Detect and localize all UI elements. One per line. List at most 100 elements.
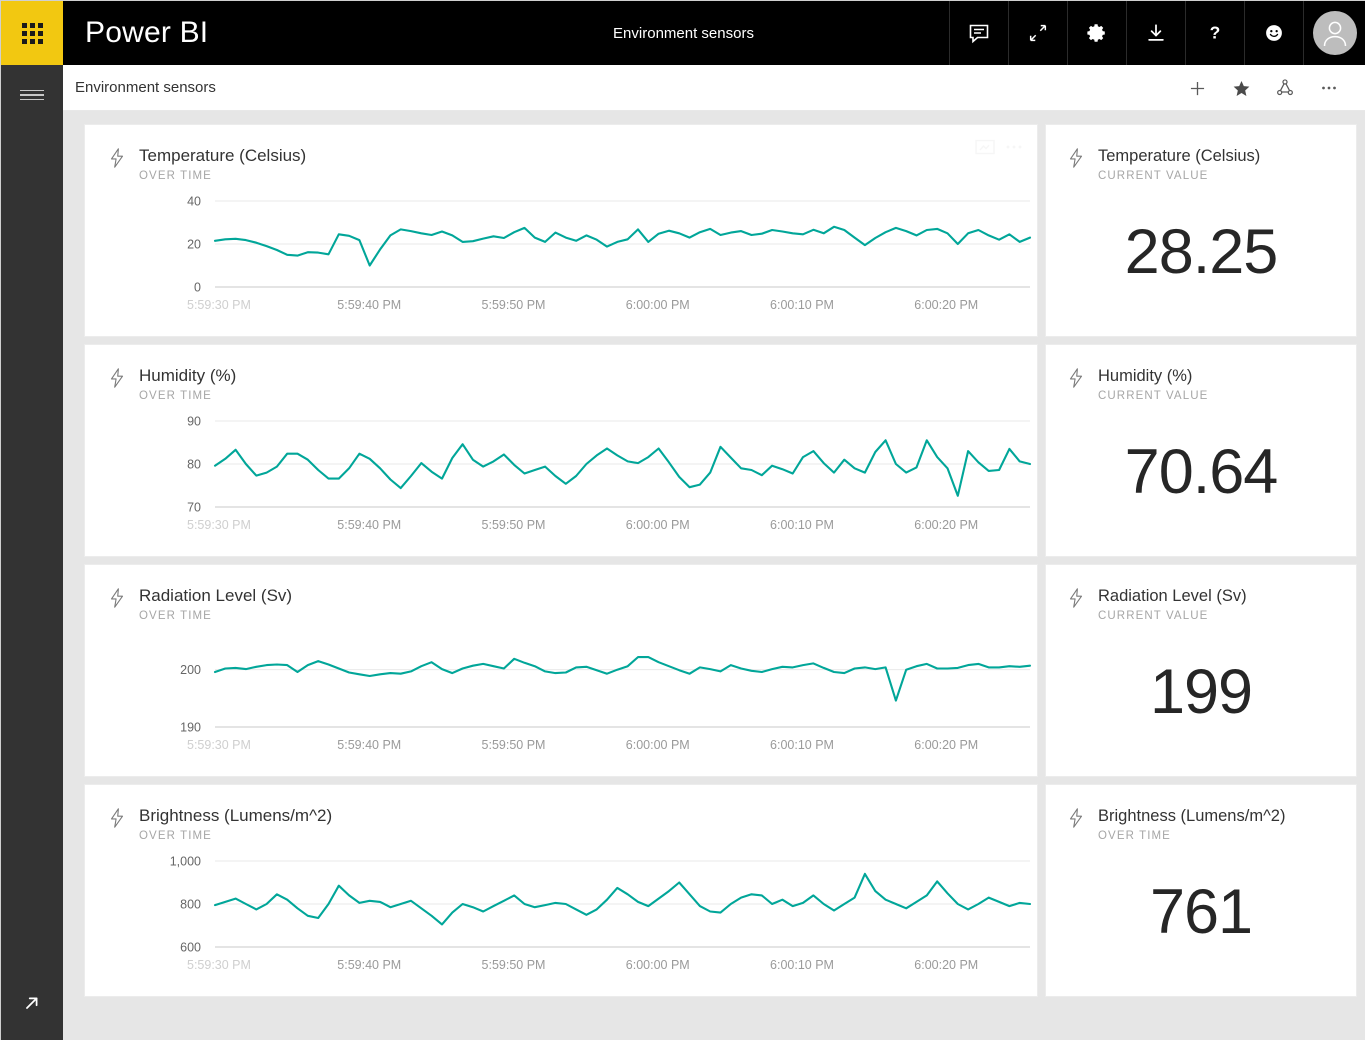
svg-text:6:00:20 PM: 6:00:20 PM bbox=[914, 298, 978, 312]
tile-title: Temperature (Celsius) bbox=[1098, 145, 1260, 167]
chart-plot-area: 7080905:59:30 PM5:59:40 PM5:59:50 PM6:00… bbox=[85, 411, 1037, 556]
tile-brightness-chart[interactable]: Brightness (Lumens/m^2) OVER TIME 600 800… bbox=[85, 785, 1037, 996]
lightning-bolt-icon bbox=[107, 805, 129, 834]
smiley-icon[interactable] bbox=[1244, 1, 1303, 65]
chart-plot-area: 0 20 40 5:59:30 PM 5:59:40 PM 5:59:50 PM 6:00:… bbox=[85, 191, 1037, 336]
svg-text:800: 800 bbox=[180, 898, 201, 912]
add-tile-button[interactable] bbox=[1175, 66, 1219, 110]
svg-text:6:00:20 PM: 6:00:20 PM bbox=[914, 738, 978, 752]
user-avatar-button[interactable] bbox=[1303, 1, 1365, 65]
hamburger-menu-icon[interactable] bbox=[1, 73, 63, 117]
kpi-value: 199 bbox=[1046, 661, 1356, 724]
svg-text:20: 20 bbox=[187, 238, 201, 252]
share-button[interactable] bbox=[1263, 66, 1307, 110]
temperature-line-chart: 0 20 40 5:59:30 PM 5:59:40 PM 5:59:50 PM 6:00:… bbox=[85, 191, 1037, 336]
lightning-bolt-icon bbox=[107, 585, 129, 614]
settings-gear-icon[interactable] bbox=[1067, 1, 1126, 65]
tile-subtitle: CURRENT VALUE bbox=[1098, 170, 1260, 182]
dashboard-title: Environment sensors bbox=[63, 79, 216, 96]
svg-text:70: 70 bbox=[187, 501, 201, 515]
help-icon[interactable]: ? bbox=[1185, 1, 1244, 65]
lightning-bolt-icon bbox=[1066, 145, 1088, 174]
svg-text:6:00:10 PM: 6:00:10 PM bbox=[770, 958, 834, 972]
svg-text:5:59:50 PM: 5:59:50 PM bbox=[482, 958, 546, 972]
tile-header: Brightness (Lumens/m^2) OVER TIME bbox=[85, 785, 1037, 842]
radiation-line-chart: 190 200 5:59:30 PM 5:59:40 PM 5:59:50 PM 6:00… bbox=[85, 631, 1037, 776]
tile-header: Radiation Level (Sv) OVER TIME bbox=[85, 565, 1037, 622]
svg-text:6:00:00 PM: 6:00:00 PM bbox=[626, 958, 690, 972]
app-launcher-button[interactable] bbox=[1, 1, 63, 65]
humidity-line-chart: 7080905:59:30 PM5:59:40 PM5:59:50 PM6:00… bbox=[85, 411, 1037, 556]
expand-arrow-icon[interactable] bbox=[1, 983, 63, 1023]
tile-subtitle: CURRENT VALUE bbox=[1098, 610, 1247, 622]
svg-text:40: 40 bbox=[187, 195, 201, 209]
tile-more-icon bbox=[1005, 139, 1023, 155]
feedback-icon[interactable] bbox=[949, 1, 1008, 65]
left-navigation-rail bbox=[1, 65, 63, 1040]
waffle-grid-icon bbox=[22, 23, 43, 44]
chart-plot-area: 190 200 5:59:30 PM 5:59:40 PM 5:59:50 PM 6:00… bbox=[85, 631, 1037, 776]
svg-text:5:59:30 PM: 5:59:30 PM bbox=[187, 738, 251, 752]
tile-subtitle: OVER TIME bbox=[1098, 830, 1285, 842]
top-navigation-bar: Power BI Environment sensors bbox=[1, 1, 1365, 65]
chart-plot-area: 6008001,0005:59:30 PM5:59:40 PM5:59:50 P… bbox=[85, 851, 1037, 996]
tile-title: Radiation Level (Sv) bbox=[139, 585, 292, 607]
tile-subtitle: OVER TIME bbox=[139, 610, 292, 622]
tile-header: Radiation Level (Sv) CURRENT VALUE bbox=[1046, 565, 1356, 622]
tile-radiation-kpi[interactable]: Radiation Level (Sv) CURRENT VALUE 199 bbox=[1046, 565, 1356, 776]
svg-text:6:00:10 PM: 6:00:10 PM bbox=[770, 298, 834, 312]
svg-text:200: 200 bbox=[180, 663, 201, 677]
lightning-bolt-icon bbox=[107, 365, 129, 394]
tile-header: Temperature (Celsius) CURRENT VALUE bbox=[1046, 125, 1356, 182]
tile-subtitle: CURRENT VALUE bbox=[1098, 390, 1208, 402]
tile-humidity-chart[interactable]: Humidity (%) OVER TIME 7080905:59:30 PM5… bbox=[85, 345, 1037, 556]
tile-subtitle: OVER TIME bbox=[139, 830, 332, 842]
tile-title: Brightness (Lumens/m^2) bbox=[139, 805, 332, 827]
tile-grid: Temperature (Celsius) OVER TIME 0 20 40 5:5… bbox=[85, 125, 1355, 996]
svg-text:80: 80 bbox=[187, 458, 201, 472]
tile-temperature-kpi[interactable]: Temperature (Celsius) CURRENT VALUE 28.2… bbox=[1046, 125, 1356, 336]
tile-subtitle: OVER TIME bbox=[139, 170, 306, 182]
svg-text:0: 0 bbox=[194, 281, 201, 295]
svg-text:6:00:00 PM: 6:00:00 PM bbox=[626, 518, 690, 532]
tile-header: Humidity (%) CURRENT VALUE bbox=[1046, 345, 1356, 402]
tile-header: Brightness (Lumens/m^2) OVER TIME bbox=[1046, 785, 1356, 842]
tile-header: Temperature (Celsius) OVER TIME bbox=[85, 125, 1037, 182]
brand-label: Power BI bbox=[63, 1, 208, 65]
svg-text:600: 600 bbox=[180, 941, 201, 955]
tile-radiation-chart[interactable]: Radiation Level (Sv) OVER TIME 190 200 5:5… bbox=[85, 565, 1037, 776]
command-bar-actions bbox=[1175, 65, 1351, 111]
lightning-bolt-icon bbox=[107, 145, 129, 174]
lightning-bolt-icon bbox=[1066, 585, 1088, 614]
tile-brightness-kpi[interactable]: Brightness (Lumens/m^2) OVER TIME 761 bbox=[1046, 785, 1356, 996]
svg-text:5:59:30 PM: 5:59:30 PM bbox=[187, 958, 251, 972]
svg-text:?: ? bbox=[1210, 23, 1221, 43]
svg-text:6:00:00 PM: 6:00:00 PM bbox=[626, 738, 690, 752]
kpi-value: 70.64 bbox=[1046, 441, 1356, 504]
svg-text:5:59:50 PM: 5:59:50 PM bbox=[482, 518, 546, 532]
tile-humidity-kpi[interactable]: Humidity (%) CURRENT VALUE 70.64 bbox=[1046, 345, 1356, 556]
svg-text:5:59:40 PM: 5:59:40 PM bbox=[337, 298, 401, 312]
avatar bbox=[1313, 11, 1357, 55]
tile-title: Radiation Level (Sv) bbox=[1098, 585, 1247, 607]
svg-text:5:59:50 PM: 5:59:50 PM bbox=[482, 298, 546, 312]
brightness-line-chart: 6008001,0005:59:30 PM5:59:40 PM5:59:50 P… bbox=[85, 851, 1037, 996]
favorite-star-button[interactable] bbox=[1219, 66, 1263, 110]
tile-temperature-chart[interactable]: Temperature (Celsius) OVER TIME 0 20 40 5:5… bbox=[85, 125, 1037, 336]
tile-title: Temperature (Celsius) bbox=[139, 145, 306, 167]
svg-text:5:59:40 PM: 5:59:40 PM bbox=[337, 738, 401, 752]
svg-text:6:00:20 PM: 6:00:20 PM bbox=[914, 518, 978, 532]
fullscreen-icon[interactable] bbox=[1008, 1, 1067, 65]
svg-text:6:00:10 PM: 6:00:10 PM bbox=[770, 518, 834, 532]
more-options-button[interactable] bbox=[1307, 66, 1351, 110]
svg-text:5:59:40 PM: 5:59:40 PM bbox=[337, 518, 401, 532]
svg-text:90: 90 bbox=[187, 415, 201, 429]
svg-text:5:59:30 PM: 5:59:30 PM bbox=[187, 298, 251, 312]
tile-title: Brightness (Lumens/m^2) bbox=[1098, 805, 1285, 827]
svg-text:190: 190 bbox=[180, 721, 201, 735]
svg-text:6:00:20 PM: 6:00:20 PM bbox=[914, 958, 978, 972]
download-icon[interactable] bbox=[1126, 1, 1185, 65]
svg-text:5:59:50 PM: 5:59:50 PM bbox=[482, 738, 546, 752]
tile-hover-actions[interactable] bbox=[975, 139, 1023, 155]
topbar-actions: ? bbox=[949, 1, 1365, 65]
